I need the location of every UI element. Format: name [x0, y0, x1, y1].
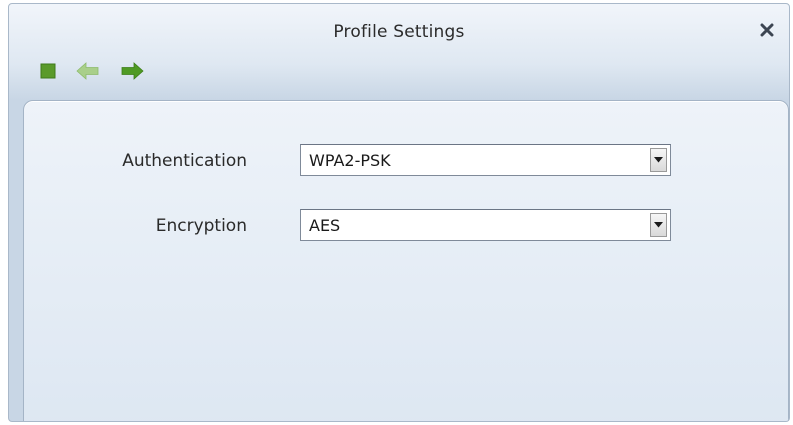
- close-button[interactable]: [755, 18, 779, 42]
- encryption-select[interactable]: AES: [300, 209, 671, 241]
- stop-icon: [40, 63, 56, 79]
- stop-button[interactable]: [37, 60, 59, 82]
- profile-settings-window: Profile Settings Authentication WPA2-PSK: [8, 3, 790, 422]
- back-button[interactable]: [75, 60, 101, 82]
- encryption-dropdown-button[interactable]: [650, 213, 667, 237]
- forward-button[interactable]: [119, 60, 145, 82]
- back-arrow-icon: [76, 62, 99, 80]
- dropdown-arrow-icon: [654, 157, 663, 163]
- encryption-value: AES: [309, 216, 341, 235]
- authentication-select[interactable]: WPA2-PSK: [300, 144, 671, 176]
- settings-panel: Authentication WPA2-PSK Encryption AES: [23, 100, 789, 421]
- authentication-dropdown-button[interactable]: [650, 148, 667, 172]
- authentication-value: WPA2-PSK: [309, 151, 391, 170]
- encryption-label: Encryption: [155, 216, 247, 236]
- toolbar: [37, 59, 145, 83]
- forward-arrow-icon: [121, 62, 144, 80]
- window-title: Profile Settings: [333, 22, 465, 42]
- close-icon: [760, 23, 774, 37]
- authentication-label: Authentication: [122, 151, 247, 171]
- dropdown-arrow-icon: [654, 222, 663, 228]
